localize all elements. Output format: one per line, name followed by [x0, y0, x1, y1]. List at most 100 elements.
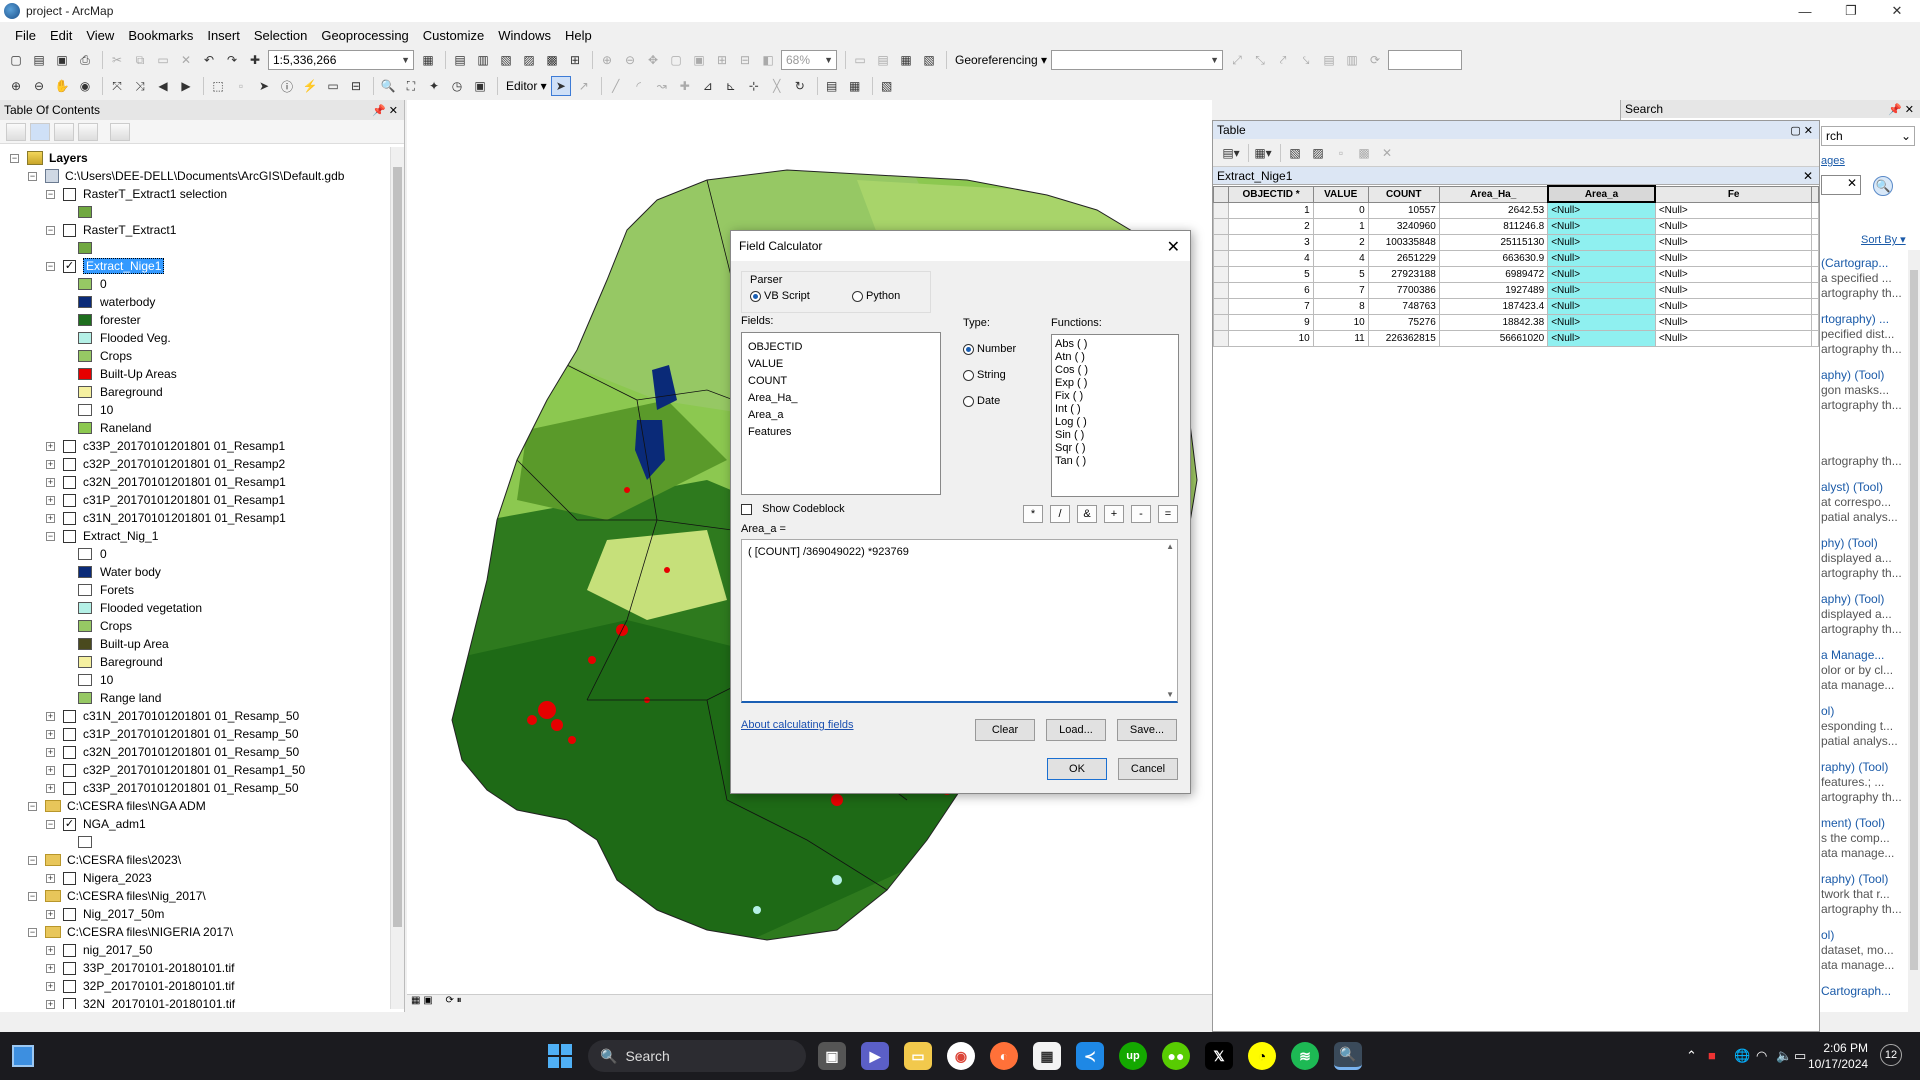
search-images-link[interactable]: ages	[1821, 155, 1845, 167]
row-selector[interactable]	[1212, 297, 1230, 315]
add-control-points-icon[interactable]: ⤢	[1227, 50, 1247, 70]
zoom-to-link-icon[interactable]: ⤤	[1273, 50, 1293, 70]
arctoolbox-icon[interactable]: ▨	[519, 50, 539, 70]
menu-selection[interactable]: Selection	[247, 28, 314, 43]
search-result-item[interactable]: alyst) (Tool) at correspo... patial analys…	[1821, 480, 1898, 525]
rotate-tool-icon[interactable]: ↻	[790, 76, 810, 96]
search-result-title[interactable]: a Manage...	[1821, 648, 1894, 663]
ok-button[interactable]: OK	[1047, 758, 1107, 780]
microsoft-store-icon[interactable]: ▦	[1033, 1042, 1061, 1070]
go-to-xy-icon[interactable]: ✦	[424, 76, 444, 96]
table-cell[interactable]: 1927489	[1438, 281, 1549, 299]
function-list-item[interactable]: Exp ( )	[1055, 377, 1175, 390]
toc-layer-item[interactable]: + nig_2017_50	[46, 941, 152, 959]
toc-layer-item[interactable]: − RasterT_Extract1 selection	[46, 185, 227, 203]
table-cell[interactable]: 7700386	[1367, 281, 1440, 299]
start-button[interactable]	[548, 1044, 572, 1068]
search-result-item[interactable]: aphy) (Tool) gon masks... artography th...	[1821, 368, 1902, 413]
fixed-zoom-out-icon[interactable]: ⊟	[735, 50, 755, 70]
toggle-draft-icon[interactable]: ▭	[850, 50, 870, 70]
expression-scroll-up-icon[interactable]: ▲	[1166, 542, 1174, 551]
task-view-icon[interactable]: ▣	[818, 1042, 846, 1070]
search-result-item[interactable]: raphy) (Tool) features.; ... artography th…	[1821, 760, 1902, 805]
tray-overflow-icon[interactable]: ⌃	[1686, 1048, 1697, 1064]
select-link-icon[interactable]: ⤡	[1250, 50, 1270, 70]
type-number-radio[interactable]: Number	[963, 343, 1016, 355]
fixed-zoom-out-map-icon[interactable]: ⤨	[130, 76, 150, 96]
toc-layer-item[interactable]: +32N_20170101-20180101.tif	[46, 995, 235, 1009]
copy-icon[interactable]: ⧉	[130, 50, 150, 70]
select-features-icon[interactable]: ⬚	[208, 76, 228, 96]
column-header[interactable]: VALUE	[1312, 185, 1369, 203]
new-document-icon[interactable]: ▢	[6, 50, 26, 70]
firefox-icon[interactable]: ◐	[990, 1042, 1018, 1070]
search-result-item[interactable]: rtography) ... pecified dist... artography…	[1821, 312, 1902, 357]
search-result-item[interactable]: phy) (Tool) displayed a... artography th..…	[1821, 536, 1902, 581]
wifi-icon[interactable]: ◠	[1756, 1048, 1767, 1064]
layout-zoom-in-icon[interactable]: ⊕	[597, 50, 617, 70]
show-codeblock-checkbox[interactable]: Show Codeblock	[741, 503, 845, 515]
focus-frame-icon[interactable]: ▤	[873, 50, 893, 70]
zoom-in-icon[interactable]: ⊕	[6, 76, 26, 96]
toc-layer-item[interactable]: +32P_20170101-20180101.tif	[46, 977, 234, 995]
reshape-icon[interactable]: ⊾	[721, 76, 741, 96]
search-result-title[interactable]: phy) (Tool)	[1821, 536, 1902, 551]
menu-bookmarks[interactable]: Bookmarks	[121, 28, 200, 43]
table-cell[interactable]: 18842.38	[1438, 313, 1549, 331]
clear-button[interactable]: Clear	[975, 719, 1035, 741]
table-cell[interactable]: 6989472	[1438, 265, 1549, 283]
search-scope-combo[interactable]: rch ⌄	[1821, 126, 1915, 146]
toc-root-layers[interactable]: − Layers	[10, 149, 88, 167]
clear-selection-icon[interactable]: ▫	[231, 76, 251, 96]
close-button[interactable]: ✕	[1874, 0, 1920, 22]
search-pin-close-icon[interactable]: 📌 ✕	[1888, 103, 1914, 116]
row-selector[interactable]	[1212, 265, 1230, 283]
table-cell[interactable]: 6	[1228, 281, 1314, 299]
table-tab[interactable]: Extract_Nige1 ✕	[1213, 167, 1819, 185]
straight-segment-icon[interactable]: ╱	[606, 76, 626, 96]
table-cell[interactable]: 27923188	[1367, 265, 1440, 283]
table-cell[interactable]: 9	[1228, 313, 1314, 331]
field-list-item[interactable]: Features	[748, 424, 934, 441]
table-row[interactable]: 1 0 10557 2642.53 <Null> <Null>	[1212, 201, 1819, 219]
minimize-button[interactable]: —	[1782, 0, 1828, 22]
table-cell[interactable]: <Null>	[1654, 249, 1813, 267]
create-viewer-icon[interactable]: ▣	[470, 76, 490, 96]
load-button[interactable]: Load...	[1046, 719, 1106, 741]
table-cell[interactable]: 5	[1312, 265, 1369, 283]
search-clear-icon[interactable]: ✕	[1821, 175, 1861, 195]
table-cell[interactable]: 8	[1312, 297, 1369, 315]
menu-customize[interactable]: Customize	[416, 28, 491, 43]
search-result-item[interactable]: raphy) (Tool) twork that r... artography t…	[1821, 872, 1902, 917]
go-forward-icon[interactable]: ▶	[176, 76, 196, 96]
catalog-icon[interactable]: ▥	[473, 50, 493, 70]
editor-toolbar-icon[interactable]: ▦	[418, 50, 438, 70]
toc-layer-item[interactable]: + c33P_20170101201801 01_Resamp_50	[46, 779, 299, 797]
table-cell[interactable]: 5	[1228, 265, 1314, 283]
column-header[interactable]: Area_a	[1546, 185, 1657, 203]
toc-layer-item[interactable]: + c32P_20170101201801 01_Resamp1_50	[46, 761, 305, 779]
search-result-item[interactable]: (Cartograp... a specified ... artography t…	[1821, 256, 1902, 301]
table-tab-close-icon[interactable]: ✕	[1803, 169, 1813, 183]
table-cell[interactable]: <Null>	[1654, 281, 1813, 299]
row-selector[interactable]	[1212, 313, 1230, 331]
type-string-radio[interactable]: String	[963, 369, 1006, 381]
taskbar-clock[interactable]: 2:06 PM 10/17/2024	[1808, 1040, 1868, 1072]
table-cell[interactable]: 7	[1228, 297, 1314, 315]
edit-tool-icon[interactable]: ➤	[550, 76, 571, 96]
find-route-icon[interactable]: ⛶	[401, 76, 421, 96]
zoom-whole-page-icon[interactable]: ▢	[666, 50, 686, 70]
row-selector[interactable]	[1212, 329, 1230, 347]
table-cell[interactable]: <Null>	[1547, 233, 1656, 251]
tray-app-icon[interactable]: ■	[1708, 1048, 1716, 1063]
print-icon[interactable]: ⎙	[75, 50, 95, 70]
table-cell[interactable]: 2	[1228, 217, 1314, 235]
operator-concat-button[interactable]: &	[1077, 505, 1097, 523]
table-row[interactable]: 9 10 75276 18842.38 <Null> <Null>	[1212, 313, 1819, 331]
table-cell[interactable]: 2	[1312, 233, 1369, 251]
cut-polygons-icon[interactable]: ⊹	[744, 76, 764, 96]
spotify-icon[interactable]: ≋	[1291, 1042, 1319, 1070]
list-by-drawing-order-tab[interactable]	[6, 122, 26, 141]
row-selector[interactable]	[1212, 201, 1230, 219]
toc-layer-item[interactable]: + Nigera_2023	[46, 869, 152, 887]
